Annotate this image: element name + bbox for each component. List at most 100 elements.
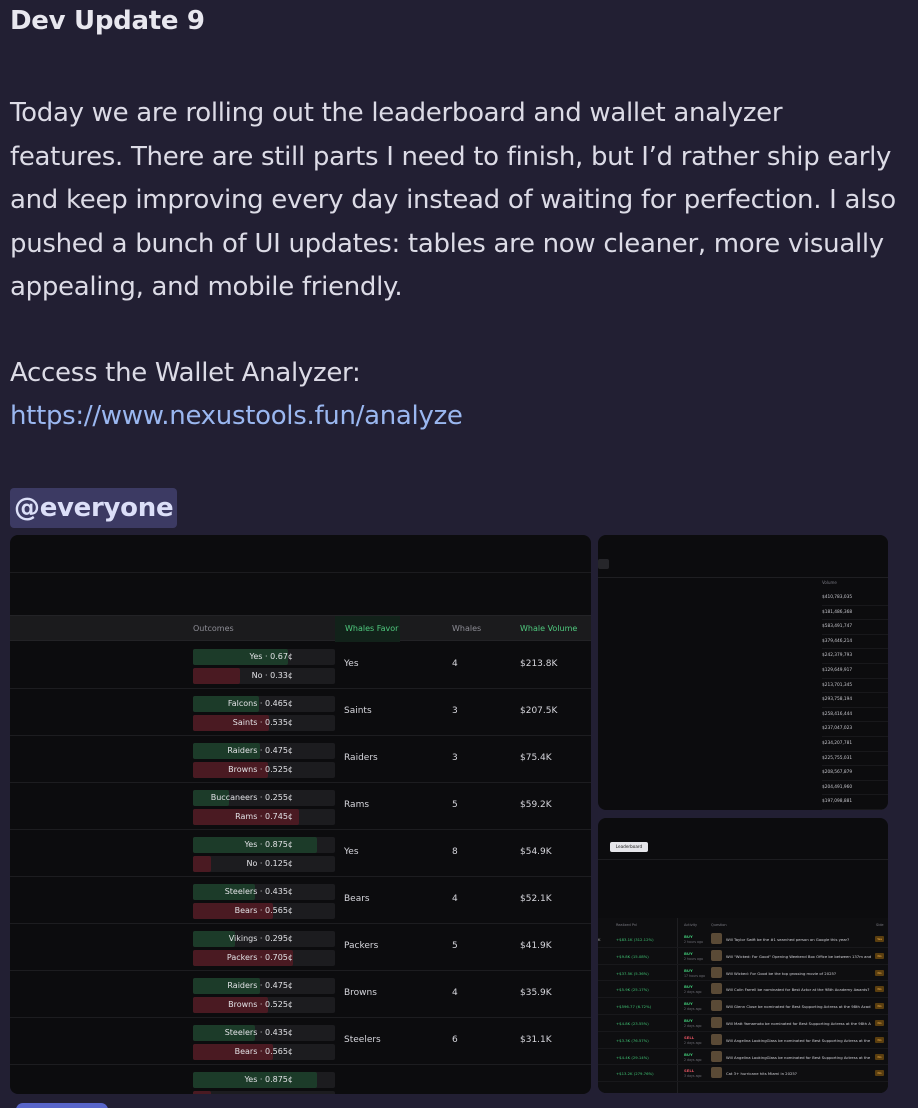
volume-table-screenshot[interactable]: Volume $410,783,035 $181,486,368 $583,491,…: [598, 535, 888, 810]
volume-header: Volume: [822, 580, 837, 585]
trade-side: SELL: [684, 1068, 695, 1074]
access-label: Access the Wallet Analyzer:: [10, 358, 361, 388]
no-bar-label: No · 0.125¢: [246, 859, 294, 868]
volume-cell: $129,649,917: [822, 664, 888, 679]
leaderboard-button[interactable]: Leaderboard: [610, 842, 648, 852]
volume-cell: $213,701,345: [822, 679, 888, 694]
no-bar-label: No · 0.33¢: [251, 671, 293, 680]
table-row[interactable]: Yes · 0.875¢: [10, 1065, 591, 1094]
activity-row[interactable]: K +$83.1K (312.12%) BUY 2 hours ago Will Tay…: [598, 931, 888, 948]
activity-header: Realized Pnl Activity Question Side: [598, 920, 888, 930]
outcome-bars: Vikings · 0.295¢ Packers · 0.705¢: [193, 931, 335, 969]
outcome-bars: Raiders · 0.475¢ Browns · 0.525¢: [193, 743, 335, 781]
whales-favor-cell: Yes: [344, 659, 359, 669]
trade-side: SELL: [684, 1034, 695, 1040]
realized-pnl: +$13.2K (279.76%): [616, 1071, 654, 1077]
volume-cell: $258,416,444: [822, 708, 888, 723]
activity-row[interactable]: +$596.77 (6.72%) BUY 2 days ago Will Glenn …: [598, 998, 888, 1015]
market-question[interactable]: Will Angelina LookingGlass be nominated …: [726, 1055, 871, 1060]
yes-bar-label: Vikings · 0.295¢: [228, 934, 293, 943]
trade-side: BUY: [684, 1051, 693, 1057]
trade-time: 2 days ago: [684, 1007, 702, 1012]
trade-side: BUY: [684, 984, 693, 990]
everyone-mention[interactable]: @everyone: [10, 488, 178, 528]
realized-pnl: +$83.1K (312.12%): [616, 937, 654, 942]
activity-row[interactable]: +$37.5K (5.36%) BUY 17 hours ago Will Wicke…: [598, 965, 888, 982]
outcome-badge: No: [875, 986, 884, 993]
market-question[interactable]: Will Wicked: For Good be the top grossin…: [726, 971, 871, 976]
whale-volume-cell: $75.4K: [520, 753, 552, 763]
market-thumbnail: [711, 1000, 722, 1012]
no-bar: No · 0.125¢: [193, 856, 335, 872]
trade-side: BUY: [684, 1018, 693, 1023]
trade-time: 3 days ago: [684, 1074, 702, 1079]
no-bar: Browns · 0.525¢: [193, 997, 335, 1013]
no-bar-label: Browns · 0.525¢: [228, 765, 293, 774]
no-bar-label: [193, 1091, 293, 1094]
market-question[interactable]: Will Colin Farrell be nominated for Best…: [726, 987, 871, 992]
activity-row[interactable]: +$13.2K (279.76%) SELL 3 days ago Cat 3+ hu…: [598, 1065, 888, 1083]
whales-count-cell: 3: [452, 753, 458, 763]
outcome-badge: No: [875, 1053, 884, 1060]
analyzer-link[interactable]: https://www.nexustools.fun/analyze: [10, 401, 463, 431]
yes-bar-label: Yes · 0.875¢: [244, 1075, 293, 1084]
activity-row[interactable]: +$5.9K (25.17%) BUY 2 days ago Will Colin F…: [598, 981, 888, 999]
trade-side: BUY: [684, 950, 693, 956]
whale-volume-cell: $59.2K: [520, 800, 552, 810]
trade-side: BUY: [684, 934, 693, 939]
outcome-bars: Yes · 0.875¢: [193, 1072, 335, 1094]
activity-row[interactable]: +$4.4K (29.14%) BUY 2 days ago Will Angelin…: [598, 1049, 888, 1066]
market-thumbnail: [711, 1050, 722, 1062]
yes-bar: Yes · 0.875¢: [193, 837, 335, 853]
realized-pnl: +$4.4K (29.14%): [616, 1054, 649, 1060]
table-row[interactable]: Steelers · 0.435¢ Bears · 0.565¢ Bears 4 $52…: [10, 877, 591, 924]
table-row[interactable]: Raiders · 0.475¢ Browns · 0.525¢ Raiders 3 $…: [10, 736, 591, 783]
activity-row[interactable]: +$4.8K (23.55%) BUY 2 days ago Will Matt Ya…: [598, 1015, 888, 1032]
trade-time: 17 hours ago: [684, 973, 705, 978]
outcome-badge: No: [875, 952, 884, 959]
trade-time: 2 hours ago: [684, 940, 703, 944]
table-row[interactable]: Vikings · 0.295¢ Packers · 0.705¢ Packers 5…: [10, 924, 591, 971]
trade-time: 2 days ago: [684, 1040, 702, 1045]
market-question[interactable]: Will Angelina LookingGlass be nominated …: [726, 1038, 871, 1043]
outcome-badge: No: [875, 1020, 884, 1026]
yes-bar: Buccaneers · 0.255¢: [193, 790, 335, 806]
whales-count-cell: 3: [452, 706, 458, 716]
market-thumbnail: [711, 983, 722, 995]
trade-side: BUY: [684, 1001, 693, 1007]
table-row[interactable]: Yes · 0.875¢ No · 0.125¢ Yes 8 $54.9K: [10, 830, 591, 877]
whales-favor-cell: Browns: [344, 988, 377, 998]
whales-favor-cell: Yes: [344, 847, 359, 857]
market-question[interactable]: Will "Wicked: For Good" Opening Weekend …: [726, 954, 871, 959]
volume-cell: $583,491,747: [822, 620, 888, 635]
no-bar-label: Bears · 0.565¢: [234, 1047, 293, 1056]
outcome-bars: Raiders · 0.475¢ Browns · 0.525¢: [193, 978, 335, 1016]
activity-row[interactable]: +$9.8K (15.08%) BUY 2 hours ago Will "Wicke…: [598, 948, 888, 965]
table-row[interactable]: Falcons · 0.465¢ Saints · 0.535¢ Saints 3 $2…: [10, 689, 591, 736]
whales-favor-header: Whales Favor: [335, 616, 400, 642]
table-row[interactable]: Yes · 0.67¢ No · 0.33¢ Yes 4 $213.8K: [10, 642, 591, 689]
table-row[interactable]: Buccaneers · 0.255¢ Rams · 0.745¢ Rams 5 $59…: [10, 783, 591, 830]
whale-outcomes-screenshot[interactable]: Outcomes Whales Favor Whales Whale Volum…: [10, 535, 591, 1094]
market-question[interactable]: Will Matt Yamamoto be nominated for Best…: [726, 1021, 871, 1026]
yes-bar-label: Raiders · 0.475¢: [227, 746, 293, 755]
realized-pnl: +$4.8K (23.55%): [616, 1021, 649, 1026]
activity-row[interactable]: +$3.3K (76.57%) SELL 2 days ago Will Angeli…: [598, 1032, 888, 1049]
leaderboard-screenshot[interactable]: Leaderboard Realized Pnl Activity Questi…: [598, 818, 888, 1093]
no-bar: Rams · 0.745¢: [193, 809, 335, 825]
market-question[interactable]: Will Taylor Swift be the #1 searched per…: [726, 937, 871, 942]
table-row[interactable]: Raiders · 0.475¢ Browns · 0.525¢ Browns 4 $3…: [10, 971, 591, 1018]
tab-fragment: [598, 559, 609, 569]
realized-pnl: +$596.77 (6.72%): [616, 1004, 652, 1010]
market-thumbnail: [711, 933, 722, 944]
outcome-bars: Yes · 0.875¢ No · 0.125¢: [193, 837, 335, 875]
outcome-bars: Buccaneers · 0.255¢ Rams · 0.745¢: [193, 790, 335, 828]
market-question[interactable]: Will Glenn Close be nominated for Best S…: [726, 1004, 871, 1009]
no-bar: Browns · 0.525¢: [193, 762, 335, 778]
whales-count-cell: 4: [452, 988, 458, 998]
table-row[interactable]: Steelers · 0.435¢ Bears · 0.565¢ Steelers 6…: [10, 1018, 591, 1065]
market-question[interactable]: Cat 3+ hurricane hits Miami in 2025?: [726, 1071, 871, 1076]
realized-pnl: +$9.8K (15.08%): [616, 953, 649, 959]
header-divider: [10, 572, 591, 573]
whales-favor-cell: Steelers: [344, 1035, 381, 1045]
